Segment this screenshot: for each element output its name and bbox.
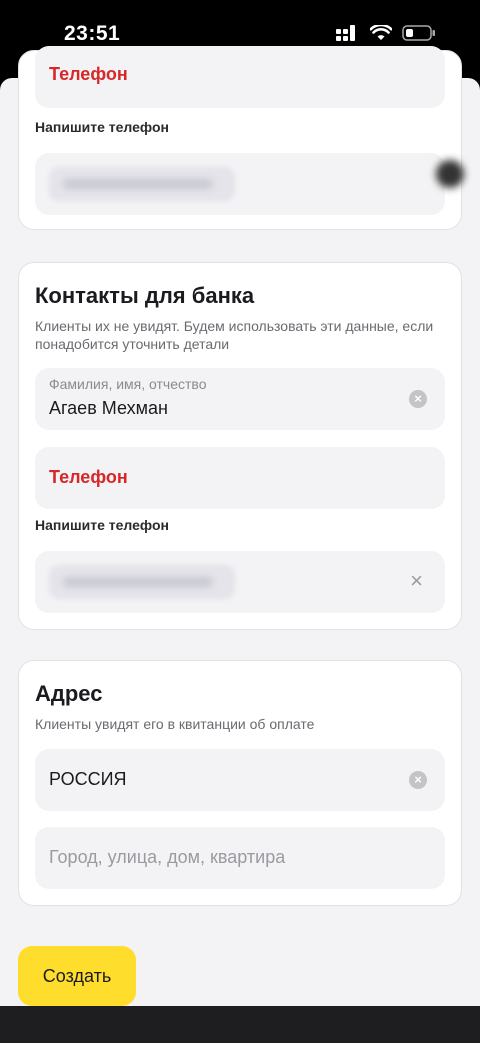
close-icon[interactable]: × xyxy=(410,568,423,594)
bank-phone-error-label: Телефон xyxy=(49,467,128,487)
owner-phone-value-redacted xyxy=(49,167,235,201)
bank-contacts-card: Контакты для банка Клиенты их не увидят.… xyxy=(18,262,462,630)
country-value: РОССИЯ xyxy=(49,769,127,789)
battery-icon xyxy=(402,25,435,41)
full-name-value: Агаев Мехман xyxy=(49,398,168,418)
full-name-field[interactable]: Фамилия, имя, отчество Агаев Мехман × xyxy=(35,368,445,430)
country-field[interactable]: РОССИЯ × xyxy=(35,749,445,811)
bank-contacts-title: Контакты для банка xyxy=(35,283,255,308)
bank-contacts-subtitle: Клиенты их не увидят. Будем использовать… xyxy=(35,318,434,352)
street-address-field[interactable]: Город, улица, дом, квартира xyxy=(35,827,445,889)
owner-phone-field[interactable] xyxy=(35,153,445,215)
bank-phone-error-field[interactable]: Телефон xyxy=(35,447,445,509)
address-title: Адрес xyxy=(35,681,103,706)
street-address-placeholder: Город, улица, дом, квартира xyxy=(49,847,286,867)
create-button[interactable]: Создать xyxy=(18,946,136,1006)
clear-circle-icon[interactable]: × xyxy=(409,390,427,408)
owner-phone-error-label: Телефон xyxy=(49,64,128,84)
full-name-label: Фамилия, имя, отчество xyxy=(49,376,207,392)
address-subtitle: Клиенты увидят его в квитанции об оплате xyxy=(35,716,315,732)
redacted-blob xyxy=(436,160,464,188)
owner-phone-error-field[interactable]: Телефон xyxy=(35,46,445,108)
signal-icon xyxy=(336,25,355,41)
owner-phone-hint: Напишите телефон xyxy=(35,119,169,135)
status-icons xyxy=(336,25,436,41)
clear-circle-icon[interactable]: × xyxy=(409,771,427,789)
bank-phone-value-redacted xyxy=(49,565,235,599)
status-time: 23:51 xyxy=(64,22,121,45)
bank-phone-field[interactable]: × xyxy=(35,551,445,613)
address-card: Адрес Клиенты увидят его в квитанции об … xyxy=(18,660,462,906)
bottom-bar xyxy=(0,1006,480,1043)
wifi-icon xyxy=(370,25,392,40)
bank-phone-hint: Напишите телефон xyxy=(35,517,169,533)
owner-contacts-card: Телефон Напишите телефон xyxy=(18,46,462,230)
